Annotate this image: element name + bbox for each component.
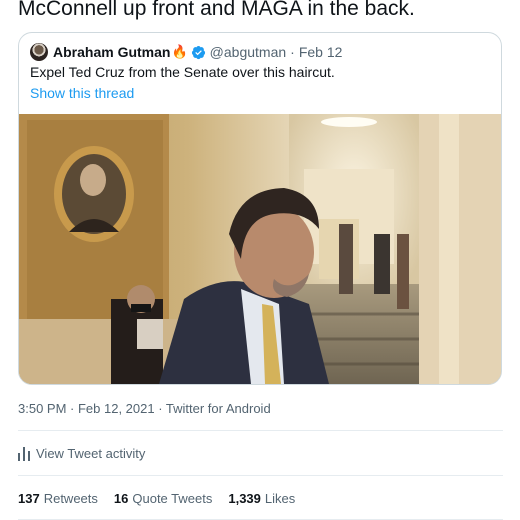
quote-tweets-label: Quote Tweets <box>132 491 213 506</box>
retweets-label: Retweets <box>43 491 98 506</box>
show-thread-link[interactable]: Show this thread <box>30 85 134 101</box>
fire-emoji-icon: 🔥 <box>171 44 188 59</box>
author-handle[interactable]: @abgutman <box>210 44 286 60</box>
retweets-stat[interactable]: 137 Retweets <box>18 491 98 506</box>
author-name[interactable]: Abraham Gutman <box>53 44 170 60</box>
divider <box>18 475 503 476</box>
engagement-stats: 137 Retweets 16 Quote Tweets 1,339 Likes <box>18 491 311 506</box>
quote-tweets-count: 16 <box>113 491 129 506</box>
video-still[interactable] <box>19 114 501 384</box>
likes-label: Likes <box>264 491 296 506</box>
likes-stat[interactable]: 1,339 Likes <box>228 491 295 506</box>
quoted-tweet-header: Abraham Gutman 🔥 @abgutman · Feb 12 <box>30 42 342 62</box>
view-tweet-activity-label: View Tweet activity <box>36 446 146 461</box>
tweet-timestamp[interactable]: 3:50 PM · Feb 12, 2021 · Twitter for And… <box>18 401 271 416</box>
avatar[interactable] <box>30 43 48 61</box>
quoted-tweet-card[interactable]: Abraham Gutman 🔥 @abgutman · Feb 12 Expe… <box>18 32 502 385</box>
quote-tweets-stat[interactable]: 16 Quote Tweets <box>114 491 212 506</box>
likes-count: 1,339 <box>228 491 261 506</box>
view-tweet-activity-link[interactable]: View Tweet activity <box>18 446 145 461</box>
quoted-tweet-text: Expel Ted Cruz from the Senate over this… <box>30 64 335 80</box>
retweets-count: 137 <box>18 491 40 506</box>
bar-chart-icon <box>18 446 30 461</box>
divider <box>18 430 503 431</box>
quoted-tweet-date[interactable]: Feb 12 <box>299 44 343 60</box>
verified-badge-icon <box>191 45 205 59</box>
video-frame-illustration <box>19 114 501 384</box>
header-separator: · <box>290 44 295 60</box>
tweet-text: McConnell up front and MAGA in the back. <box>18 0 415 20</box>
